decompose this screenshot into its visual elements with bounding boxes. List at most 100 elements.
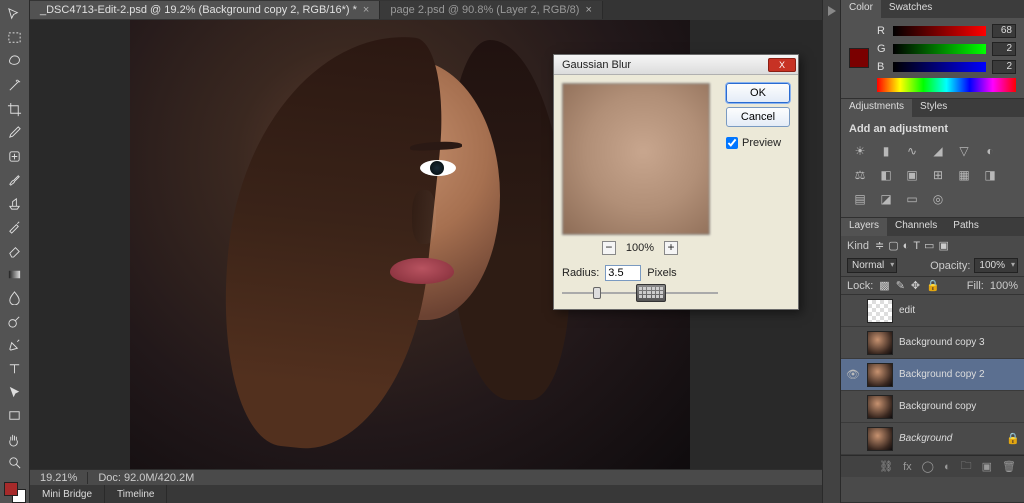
dodge-tool[interactable] xyxy=(4,311,26,333)
brightness-icon[interactable]: ☀ xyxy=(851,143,869,159)
layer-thumbnail[interactable] xyxy=(867,363,893,387)
magic-wand-tool[interactable] xyxy=(4,75,26,97)
history-brush-tool[interactable] xyxy=(4,216,26,238)
gradient-tool[interactable] xyxy=(4,263,26,285)
levels-icon[interactable]: ▮ xyxy=(877,143,895,159)
layer-name[interactable]: Background copy 2 xyxy=(899,369,985,380)
layer-row[interactable]: 👁 Background copy 2 xyxy=(841,359,1024,391)
layer-name[interactable]: Background xyxy=(899,433,952,444)
layer-style-icon[interactable]: fx xyxy=(903,461,912,473)
vibrance-icon[interactable]: ▽ xyxy=(955,143,973,159)
photo-filter-icon[interactable]: ▣ xyxy=(903,167,921,183)
zoom-readout[interactable]: 19.21% xyxy=(30,472,88,484)
close-icon[interactable]: × xyxy=(363,4,369,16)
layer-row[interactable]: Background 🔒 xyxy=(841,423,1024,455)
zoom-in-button[interactable]: + xyxy=(664,241,678,255)
new-fill-icon[interactable]: ◐ xyxy=(944,461,951,473)
channel-mixer-icon[interactable]: ⊞ xyxy=(929,167,947,183)
hue-icon[interactable]: ◐ xyxy=(981,143,999,159)
new-layer-icon[interactable]: ▣ xyxy=(982,460,992,473)
radius-input[interactable] xyxy=(605,265,641,281)
delete-layer-icon[interactable]: 🗑 xyxy=(1002,460,1016,473)
type-tool[interactable] xyxy=(4,358,26,380)
layers-tab[interactable]: Layers xyxy=(841,218,887,236)
blue-value[interactable]: 2 xyxy=(992,60,1016,74)
posterize-icon[interactable]: ▤ xyxy=(851,191,869,207)
green-value[interactable]: 2 xyxy=(992,42,1016,56)
play-icon[interactable] xyxy=(828,6,836,16)
lock-transparency-icon[interactable]: ▩ xyxy=(879,279,889,292)
layer-mask-icon[interactable]: ◯ xyxy=(922,460,934,473)
eyedropper-tool[interactable] xyxy=(4,122,26,144)
fill-field[interactable]: 100% xyxy=(990,280,1018,292)
new-group-icon[interactable]: 🗀 xyxy=(961,457,972,476)
opacity-field[interactable]: 100% xyxy=(974,258,1018,273)
pen-tool[interactable] xyxy=(4,334,26,356)
layer-thumbnail[interactable] xyxy=(867,427,893,451)
layer-name[interactable]: Background copy 3 xyxy=(899,337,985,348)
clone-stamp-tool[interactable] xyxy=(4,193,26,215)
blend-mode-select[interactable]: Normal xyxy=(847,258,897,273)
blur-preview[interactable] xyxy=(562,83,710,235)
preview-checkbox[interactable]: Preview xyxy=(726,137,790,149)
lock-all-icon[interactable]: 🔒 xyxy=(926,279,940,292)
lookup-icon[interactable]: ▦ xyxy=(955,167,973,183)
move-tool[interactable] xyxy=(4,4,26,26)
bw-icon[interactable]: ◧ xyxy=(877,167,895,183)
green-slider[interactable] xyxy=(893,44,986,54)
brush-tool[interactable] xyxy=(4,169,26,191)
paths-tab[interactable]: Paths xyxy=(945,218,987,236)
rectangle-tool[interactable] xyxy=(4,405,26,427)
close-icon[interactable]: × xyxy=(585,4,591,16)
channels-tab[interactable]: Channels xyxy=(887,218,945,236)
preview-checkbox-input[interactable] xyxy=(726,137,738,149)
color-balance-icon[interactable]: ⚖ xyxy=(851,167,869,183)
timeline-tab[interactable]: Timeline xyxy=(105,485,167,503)
filter-pixel-icon[interactable]: ▢ xyxy=(888,239,898,252)
eraser-tool[interactable] xyxy=(4,240,26,262)
mini-bridge-tab[interactable]: Mini Bridge xyxy=(30,485,105,503)
lock-position-icon[interactable]: ✥ xyxy=(911,279,920,292)
marquee-tool[interactable] xyxy=(4,28,26,50)
close-button[interactable]: X xyxy=(768,58,796,72)
filter-adjust-icon[interactable]: ◐ xyxy=(903,240,910,252)
visibility-toggle[interactable]: 👁 xyxy=(845,368,861,381)
dialog-titlebar[interactable]: Gaussian Blur X xyxy=(554,55,798,75)
layer-row[interactable]: Background copy xyxy=(841,391,1024,423)
link-layers-icon[interactable]: ⛓ xyxy=(879,460,893,473)
crop-tool[interactable] xyxy=(4,98,26,120)
zoom-tool[interactable] xyxy=(4,452,26,474)
blue-slider[interactable] xyxy=(893,62,986,72)
swatches-tab[interactable]: Swatches xyxy=(881,0,940,18)
foreground-color-swatch[interactable] xyxy=(4,482,18,496)
filter-type-icon[interactable]: T xyxy=(913,240,920,252)
styles-tab[interactable]: Styles xyxy=(912,99,955,117)
selective-color-icon[interactable]: ◎ xyxy=(929,191,947,207)
invert-icon[interactable]: ◨ xyxy=(981,167,999,183)
curves-icon[interactable]: ∿ xyxy=(903,143,921,159)
layer-name[interactable]: edit xyxy=(899,305,915,316)
document-tab[interactable]: page 2.psd @ 90.8% (Layer 2, RGB/8) × xyxy=(380,1,603,19)
cancel-button[interactable]: Cancel xyxy=(726,107,790,127)
exposure-icon[interactable]: ◢ xyxy=(929,143,947,159)
foreground-background-swatch[interactable] xyxy=(4,482,26,503)
document-tab[interactable]: _DSC4713-Edit-2.psd @ 19.2% (Background … xyxy=(30,1,380,19)
blur-tool[interactable] xyxy=(4,287,26,309)
hand-tool[interactable] xyxy=(4,428,26,450)
path-select-tool[interactable] xyxy=(4,381,26,403)
layer-name[interactable]: Background copy xyxy=(899,401,976,412)
filter-shape-icon[interactable]: ▭ xyxy=(924,239,934,252)
ok-button[interactable]: OK xyxy=(726,83,790,103)
heal-tool[interactable] xyxy=(4,145,26,167)
gradient-map-icon[interactable]: ▭ xyxy=(903,191,921,207)
layer-thumbnail[interactable] xyxy=(867,395,893,419)
lock-pixels-icon[interactable]: ✎ xyxy=(896,279,905,292)
color-panel-swatch[interactable] xyxy=(849,48,869,68)
color-spectrum[interactable] xyxy=(877,78,1016,92)
layer-thumbnail[interactable] xyxy=(867,331,893,355)
filter-smart-icon[interactable]: ▣ xyxy=(938,239,948,252)
threshold-icon[interactable]: ◪ xyxy=(877,191,895,207)
layer-row[interactable]: edit xyxy=(841,295,1024,327)
layer-thumbnail[interactable] xyxy=(867,299,893,323)
layer-row[interactable]: Background copy 3 xyxy=(841,327,1024,359)
